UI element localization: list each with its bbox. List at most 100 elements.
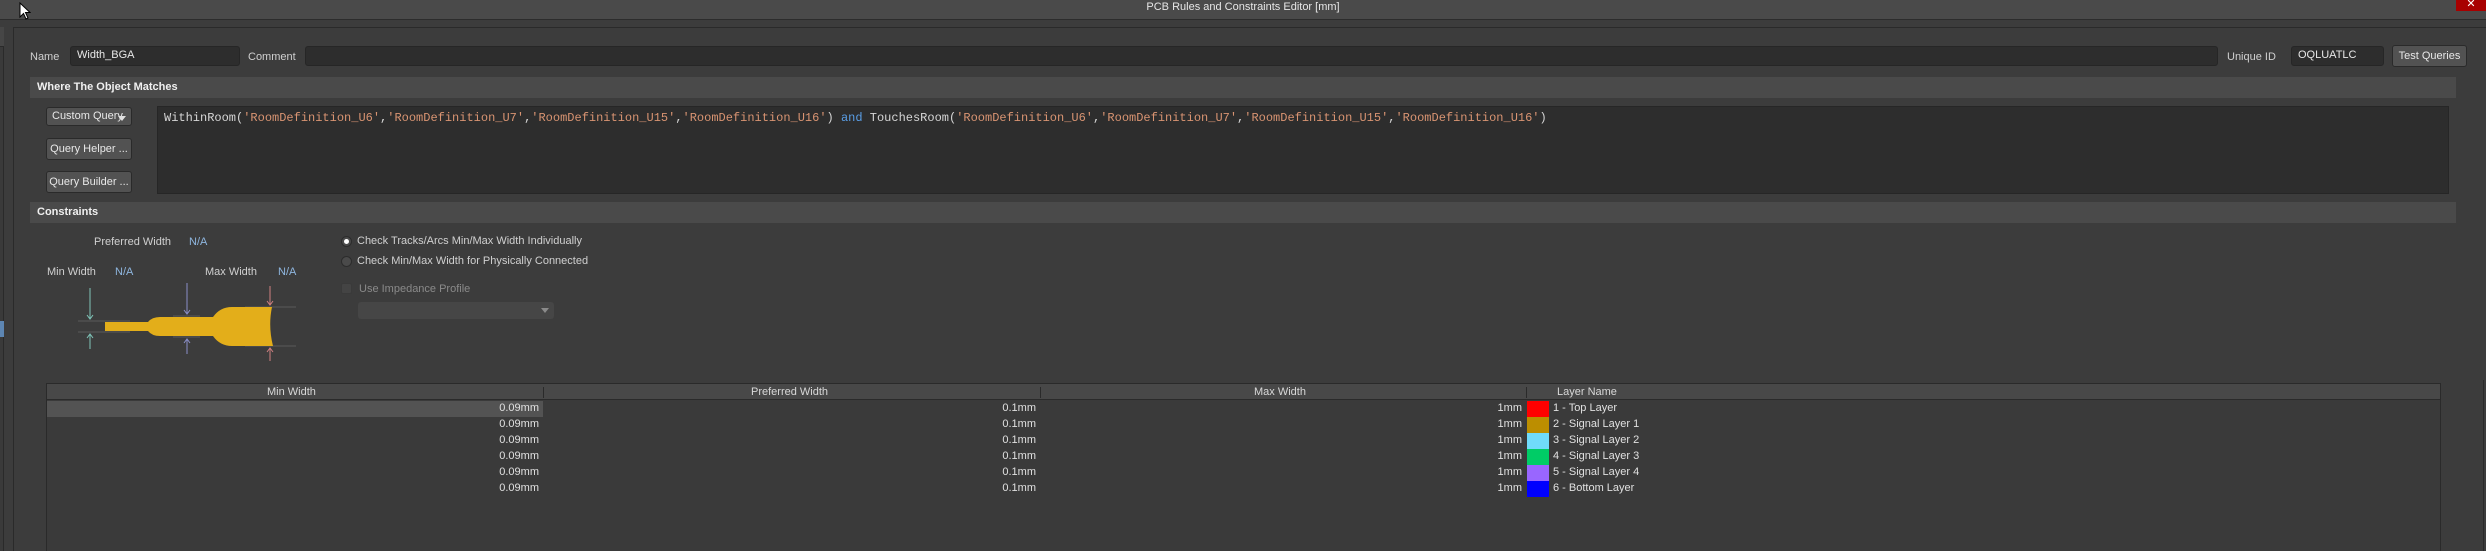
query-comma: , [675,111,683,125]
preferred-width-cell[interactable]: 0.1mm [1002,402,1036,414]
preferred-width-cell[interactable]: 0.1mm [1002,482,1036,494]
column-separator[interactable] [1526,387,1527,398]
layer-name-cell: 6 - Bottom Layer [1553,482,1635,494]
impedance-profile-dropdown[interactable] [358,302,554,319]
preferred-width-cell[interactable]: 0.1mm [1002,418,1036,430]
close-icon: ✕ [2466,0,2476,10]
left-panel-tab[interactable] [0,27,4,47]
min-width-label: Min Width [47,266,96,278]
max-width-cell[interactable]: 1mm [1498,482,1522,494]
column-header-layer-name[interactable]: Layer Name [1557,386,1617,398]
table-row[interactable]: 0.09mm 0.1mm 1mm 6 - Bottom Layer [47,481,2440,497]
radio-check-individually[interactable] [341,236,352,247]
preferred-width-cell[interactable]: 0.1mm [1002,450,1036,462]
max-width-cell[interactable]: 1mm [1498,418,1522,430]
option-check-individually-label[interactable]: Check Tracks/Arcs Min/Max Width Individu… [357,235,582,247]
use-impedance-profile-label: Use Impedance Profile [359,283,471,295]
query-helper-button[interactable]: Query Helper ... [46,138,132,160]
query-operator: and [840,111,863,125]
min-width-cell[interactable]: 0.09mm [499,450,539,462]
layer-name-cell: 4 - Signal Layer 3 [1553,450,1640,462]
option-check-physically-connected-label[interactable]: Check Min/Max Width for Physically Conne… [357,255,588,267]
tree-selection-marker[interactable] [0,321,4,337]
min-width-cell-bg[interactable] [47,401,543,417]
table-row[interactable]: 0.09mm 0.1mm 1mm 5 - Signal Layer 4 [47,465,2440,481]
column-separator[interactable] [1040,387,1041,398]
track-shape [105,307,273,346]
query-arg: 'RoomDefinition_U15' [1244,111,1389,125]
query-arg: 'RoomDefinition_U16' [682,111,827,125]
name-label: Name [30,51,60,63]
layer-color-swatch [1527,449,1549,465]
min-width-cell[interactable]: 0.09mm [499,402,539,414]
min-width-cell-bg[interactable] [47,465,543,481]
min-width-cell-bg[interactable] [47,449,543,465]
chevron-down-icon [541,308,549,313]
layer-color-swatch [1527,433,1549,449]
query-paren: ) [1539,111,1547,125]
test-queries-button[interactable]: Test Queries [2392,45,2467,67]
query-arg: 'RoomDefinition_U7' [1100,111,1238,125]
column-header-min-width[interactable]: Min Width [267,386,316,398]
mouse-cursor-icon [19,2,31,20]
max-width-cell[interactable]: 1mm [1498,450,1522,462]
table-header: Min Width Preferred Width Max Width Laye… [47,384,2440,400]
max-width-cell[interactable]: 1mm [1498,402,1522,414]
title-bar: PCB Rules and Constraints Editor [mm] ✕ [0,0,2486,20]
min-width-cell[interactable]: 0.09mm [499,434,539,446]
name-input[interactable]: Width_BGA [70,46,240,66]
table-row[interactable]: 0.09mm 0.1mm 1mm 4 - Signal Layer 3 [47,449,2440,465]
comment-input[interactable] [305,46,2218,66]
query-arg: 'RoomDefinition_U16' [1395,111,1540,125]
preferred-width-value[interactable]: N/A [189,236,207,248]
max-width-value[interactable]: N/A [278,266,296,278]
layer-color-swatch [1527,465,1549,481]
close-button[interactable]: ✕ [2456,0,2486,11]
constraints-section-header: Constraints [30,202,2456,223]
query-function: TouchesRoom [869,111,949,125]
layer-color-swatch [1527,481,1549,497]
column-header-max-width[interactable]: Max Width [1254,386,1306,398]
track-width-diagram [78,283,296,361]
unique-id-input[interactable]: OQLUATLC [2291,46,2384,66]
preferred-width-cell[interactable]: 0.1mm [1002,466,1036,478]
left-panel-strip [0,27,4,551]
query-function: WithinRoom [164,111,237,125]
query-arg: 'RoomDefinition_U7' [387,111,525,125]
max-width-cell[interactable]: 1mm [1498,466,1522,478]
preferred-width-cell[interactable]: 0.1mm [1002,434,1036,446]
chevron-down-icon [118,116,126,121]
unique-id-label: Unique ID [2227,51,2276,63]
query-type-dropdown[interactable]: Custom Query [46,107,132,126]
preferred-width-label: Preferred Width [94,236,172,248]
comment-label: Comment [248,51,296,63]
window-title: PCB Rules and Constraints Editor [mm] [1146,1,1340,13]
min-width-cell-bg[interactable] [47,481,543,497]
layer-name-cell: 3 - Signal Layer 2 [1553,434,1640,446]
layer-width-table: Min Width Preferred Width Max Width Laye… [46,383,2441,551]
query-arg: 'RoomDefinition_U6' [956,111,1094,125]
min-width-cell[interactable]: 0.09mm [499,482,539,494]
min-width-cell[interactable]: 0.09mm [499,418,539,430]
query-type-value: Custom Query [52,110,123,122]
table-row[interactable]: 0.09mm 0.1mm 1mm 2 - Signal Layer 1 [47,417,2440,433]
table-row[interactable]: 0.09mm 0.1mm 1mm 1 - Top Layer [47,401,2440,417]
layer-color-swatch [1527,417,1549,433]
max-width-label: Max Width [205,266,257,278]
min-width-cell-bg[interactable] [47,433,543,449]
column-separator[interactable] [543,387,544,398]
layer-name-cell: 5 - Signal Layer 4 [1553,466,1640,478]
query-builder-button[interactable]: Query Builder ... [46,171,132,193]
use-impedance-profile-checkbox[interactable] [341,283,352,294]
min-width-cell-bg[interactable] [47,417,543,433]
min-width-value[interactable]: N/A [115,266,133,278]
query-editor[interactable]: WithinRoom('RoomDefinition_U6','RoomDefi… [157,106,2449,194]
radio-check-physically-connected[interactable] [341,256,352,267]
query-arg: 'RoomDefinition_U6' [243,111,381,125]
layer-color-swatch [1527,401,1549,417]
query-arg: 'RoomDefinition_U15' [531,111,676,125]
column-header-preferred-width[interactable]: Preferred Width [751,386,828,398]
min-width-cell[interactable]: 0.09mm [499,466,539,478]
max-width-cell[interactable]: 1mm [1498,434,1522,446]
table-row[interactable]: 0.09mm 0.1mm 1mm 3 - Signal Layer 2 [47,433,2440,449]
